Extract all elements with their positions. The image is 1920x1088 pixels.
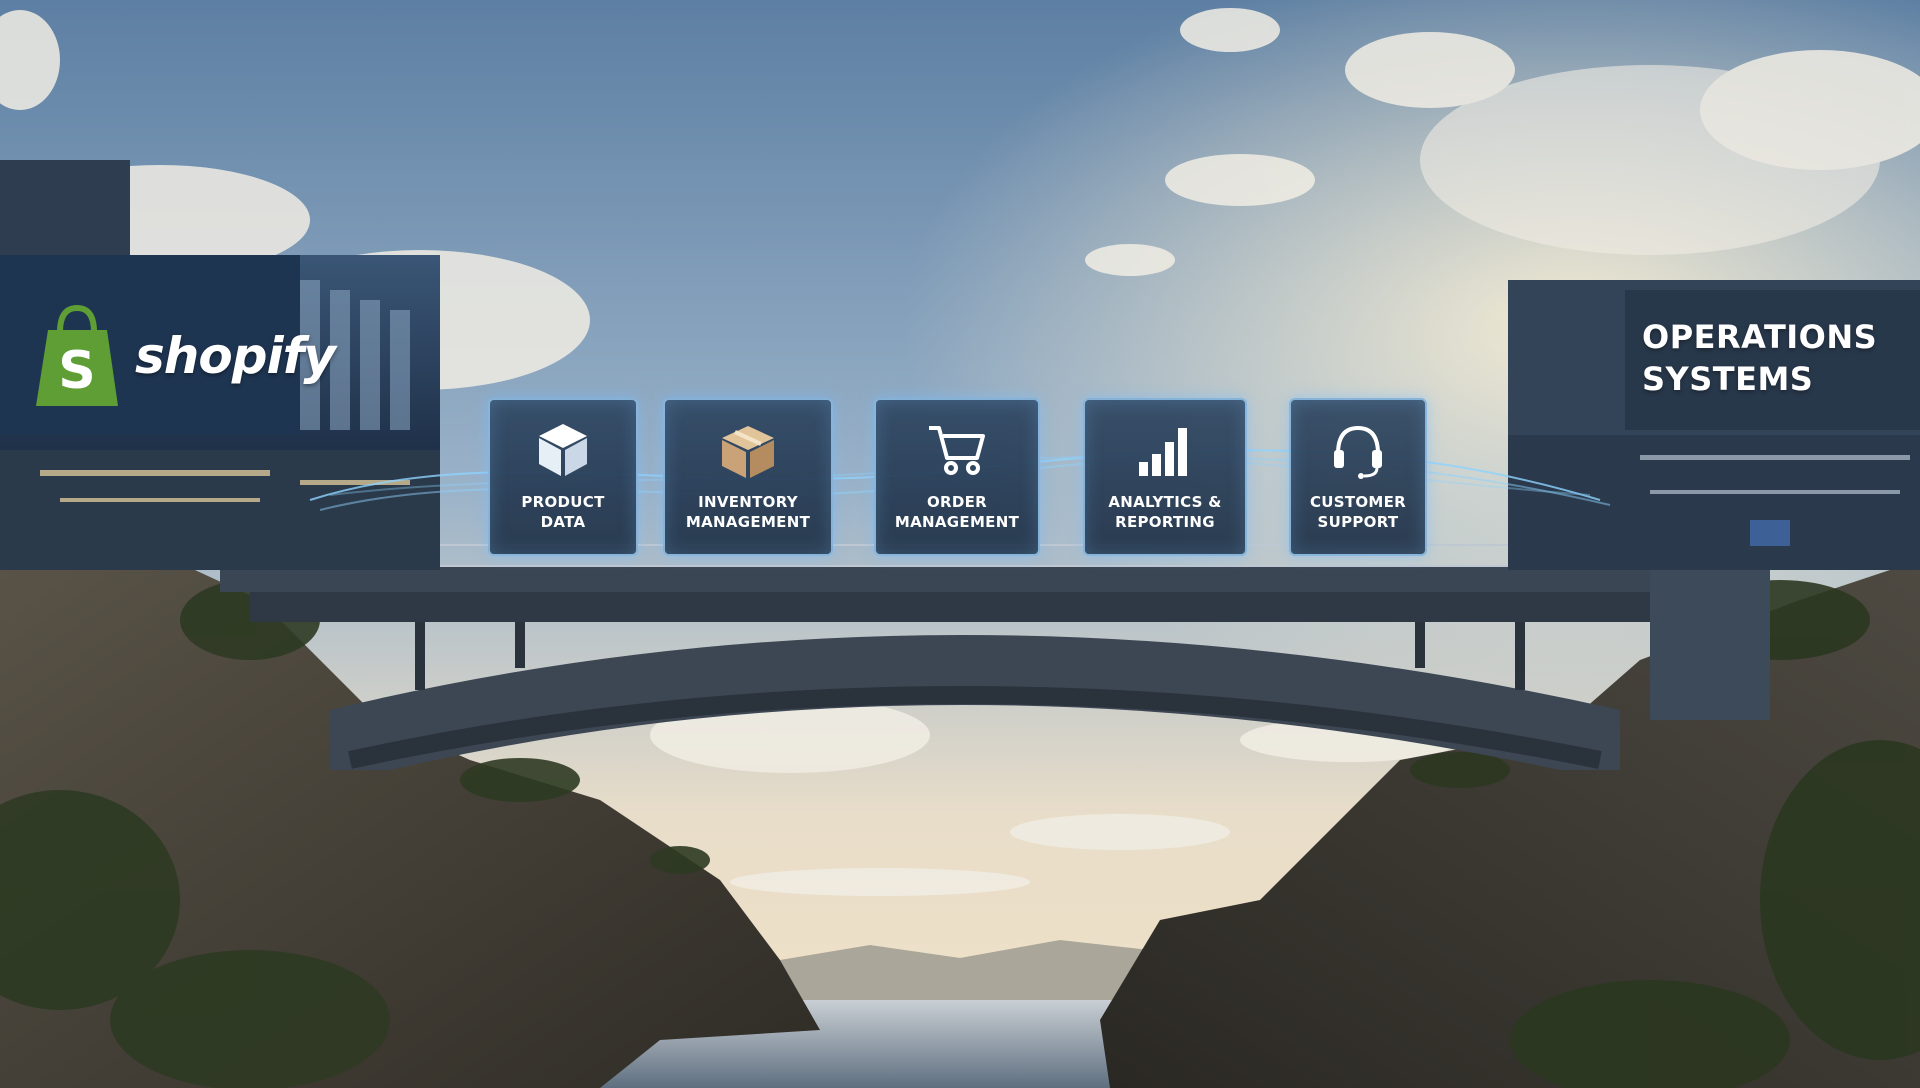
brand-name: shopify [135, 327, 336, 385]
shopping-cart-icon [929, 426, 985, 475]
module-label: PRODUCT DATA [521, 493, 605, 531]
package-box-icon [722, 426, 774, 478]
left-building-ground-floor [0, 450, 440, 570]
module-label: ANALYTICS & REPORTING [1108, 493, 1222, 531]
shopping-bag-icon: S [36, 304, 118, 406]
bridge-deck [220, 566, 1700, 592]
bridge-girder [250, 592, 1670, 622]
module-label: INVENTORY MANAGEMENT [685, 493, 811, 531]
module-label: CUSTOMER SUPPORT [1309, 493, 1407, 531]
module-customer-support: CUSTOMER SUPPORT [1289, 398, 1427, 556]
svg-text:S: S [58, 341, 95, 401]
cube-icon [539, 424, 587, 476]
right-building-pillar [1650, 570, 1770, 720]
module-label: ORDER MANAGEMENT [894, 493, 1020, 531]
module-order-management: ORDER MANAGEMENT [874, 398, 1040, 556]
shopify-logo: S shopify [30, 302, 336, 410]
module-inventory-management: INVENTORY MANAGEMENT [663, 398, 833, 556]
left-building-upper [0, 160, 130, 260]
module-analytics-reporting: ANALYTICS & REPORTING [1083, 398, 1247, 556]
bar-chart-icon [1139, 428, 1187, 476]
headset-icon [1334, 425, 1382, 479]
module-product-data: PRODUCT DATA [488, 398, 638, 556]
operations-systems-sign: OPERATIONS SYSTEMS [1642, 318, 1878, 398]
